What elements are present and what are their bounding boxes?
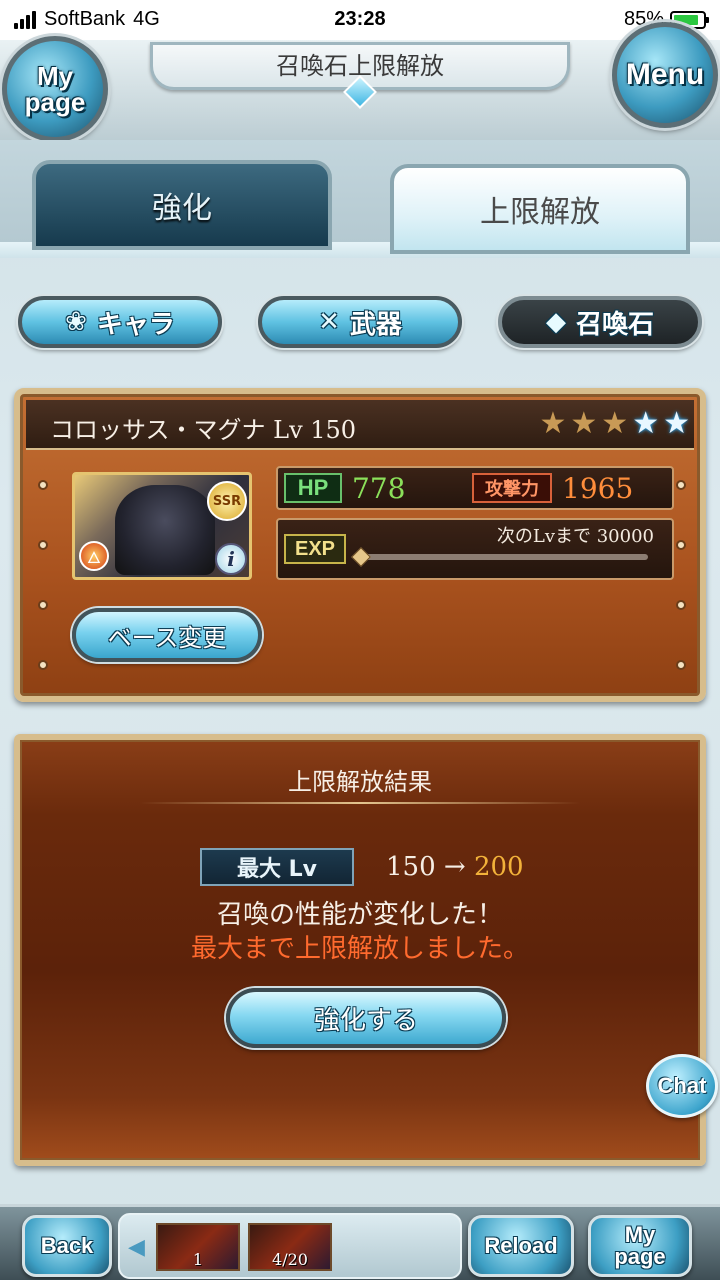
rarity-badge: SSR [207, 481, 247, 521]
quest-shortcut-strip: ◀ 1 4/20 [118, 1213, 462, 1279]
uncap-stars: ★ ★ ★ ★ ★ [539, 408, 690, 440]
bottom-nav-bar: Back ◀ 1 4/20 Reload My page [0, 1204, 720, 1280]
category-character-button[interactable]: ❀ キャラ [18, 296, 222, 348]
left-arrow-icon[interactable]: ◀ [128, 1235, 145, 1260]
tab-enhance[interactable]: 強化 [32, 160, 332, 250]
summon-name-level: コロッサス・マグナ Lv 150 [50, 416, 357, 444]
level-to: 200 [473, 852, 524, 882]
quest-shortcut-2[interactable]: 4/20 [248, 1223, 332, 1271]
exp-marker-icon [351, 547, 371, 567]
tab-bar: 強化 上限解放 [0, 140, 720, 258]
max-uncap-message: 最大まで上限解放しました。 [190, 934, 529, 964]
rivet [38, 660, 48, 670]
crossed-swords-icon: ✕ [318, 307, 340, 337]
category-weapon-button[interactable]: ✕ 武器 [258, 296, 462, 348]
chat-button[interactable]: Chat [646, 1054, 718, 1118]
rivet [676, 660, 686, 670]
hp-value: 778 [352, 472, 406, 505]
enhance-button[interactable]: 強化する [226, 988, 506, 1048]
exp-label: EXP [284, 534, 346, 564]
summon-card: コロッサス・マグナ Lv 150 ★ ★ ★ ★ ★ SSR 🜂 i HP 778 攻撃… [14, 388, 706, 702]
menu-button[interactable]: Menu [612, 22, 718, 128]
clock: 23:28 [334, 8, 386, 30]
crystal-icon: ◆ [545, 307, 566, 337]
rivet [38, 540, 48, 550]
divider [140, 802, 580, 804]
fire-element-icon: 🜂 [79, 541, 109, 571]
character-icon: ❀ [65, 307, 87, 337]
attack-label: 攻撃力 [472, 473, 552, 503]
reload-button[interactable]: Reload [468, 1215, 574, 1277]
gold-star-icon: ★ [601, 406, 629, 441]
chat-label: Chat [657, 1073, 707, 1098]
base-change-label: ベース変更 [107, 623, 227, 652]
gold-star-icon: ★ [570, 406, 598, 441]
limit-break-result-panel: 上限解放結果 最大 Lv 150 → 200 召喚の性能が変化した！ 最大まで上… [14, 734, 706, 1166]
back-button[interactable]: Back [22, 1215, 112, 1277]
category-summon-label: 召喚石 [575, 309, 654, 340]
enhance-button-label: 強化する [313, 1005, 418, 1036]
summon-portrait[interactable]: SSR 🜂 i [72, 472, 252, 580]
level-change: 150 → 200 [386, 852, 524, 882]
reload-label: Reload [484, 1233, 558, 1258]
quest-shortcut-2-count: 4/20 [272, 1250, 308, 1269]
attack-value: 1965 [562, 472, 634, 505]
summon-artwork [115, 485, 215, 575]
mypage-button-top[interactable]: My page [2, 36, 108, 142]
level-from: 150 [386, 852, 436, 882]
quest-shortcut-1-count: 1 [192, 1250, 204, 1269]
exp-next-level: 次のLvまで 30000 [496, 526, 654, 547]
mypage-button-bottom[interactable]: My page [588, 1215, 692, 1277]
result-title: 上限解放結果 [288, 768, 432, 796]
blue-star-icon: ★ [663, 406, 690, 441]
stats-row: HP 778 攻撃力 1965 [276, 466, 674, 510]
rivet [38, 480, 48, 490]
quest-shortcut-1[interactable]: 1 [156, 1223, 240, 1271]
tab-enhance-label: 強化 [152, 191, 212, 226]
rivet [38, 600, 48, 610]
tab-limit-break-label: 上限解放 [480, 195, 600, 230]
status-bar: SoftBank 4G 23:28 85% [0, 0, 720, 40]
back-label: Back [40, 1233, 94, 1258]
category-summon-button[interactable]: ◆ 召喚石 [498, 296, 702, 348]
menu-button-label: Menu [625, 58, 705, 91]
category-weapon-label: 武器 [349, 309, 402, 340]
arrow-icon: → [443, 852, 466, 882]
tab-limit-break[interactable]: 上限解放 [390, 164, 690, 254]
game-header: 召喚石上限解放 [0, 40, 720, 140]
rivet [676, 480, 686, 490]
hp-label: HP [284, 473, 342, 503]
gold-star-icon: ★ [539, 406, 567, 441]
rivet [676, 600, 686, 610]
mypage-button-label: My page [24, 61, 86, 117]
mypage-bottom-label: My page [614, 1222, 666, 1269]
exp-row: EXP 次のLvまで 30000 [276, 518, 674, 580]
max-level-label: 最大 Lv [200, 848, 354, 886]
exp-bar [358, 554, 648, 560]
rivet [676, 540, 686, 550]
performance-changed-message: 召喚の性能が変化した！ [216, 900, 503, 930]
base-change-button[interactable]: ベース変更 [72, 608, 262, 662]
info-icon[interactable]: i [215, 543, 247, 575]
summon-card-header: コロッサス・マグナ Lv 150 ★ ★ ★ ★ ★ [26, 400, 694, 450]
blue-star-icon: ★ [632, 406, 660, 441]
category-character-label: キャラ [96, 309, 175, 340]
